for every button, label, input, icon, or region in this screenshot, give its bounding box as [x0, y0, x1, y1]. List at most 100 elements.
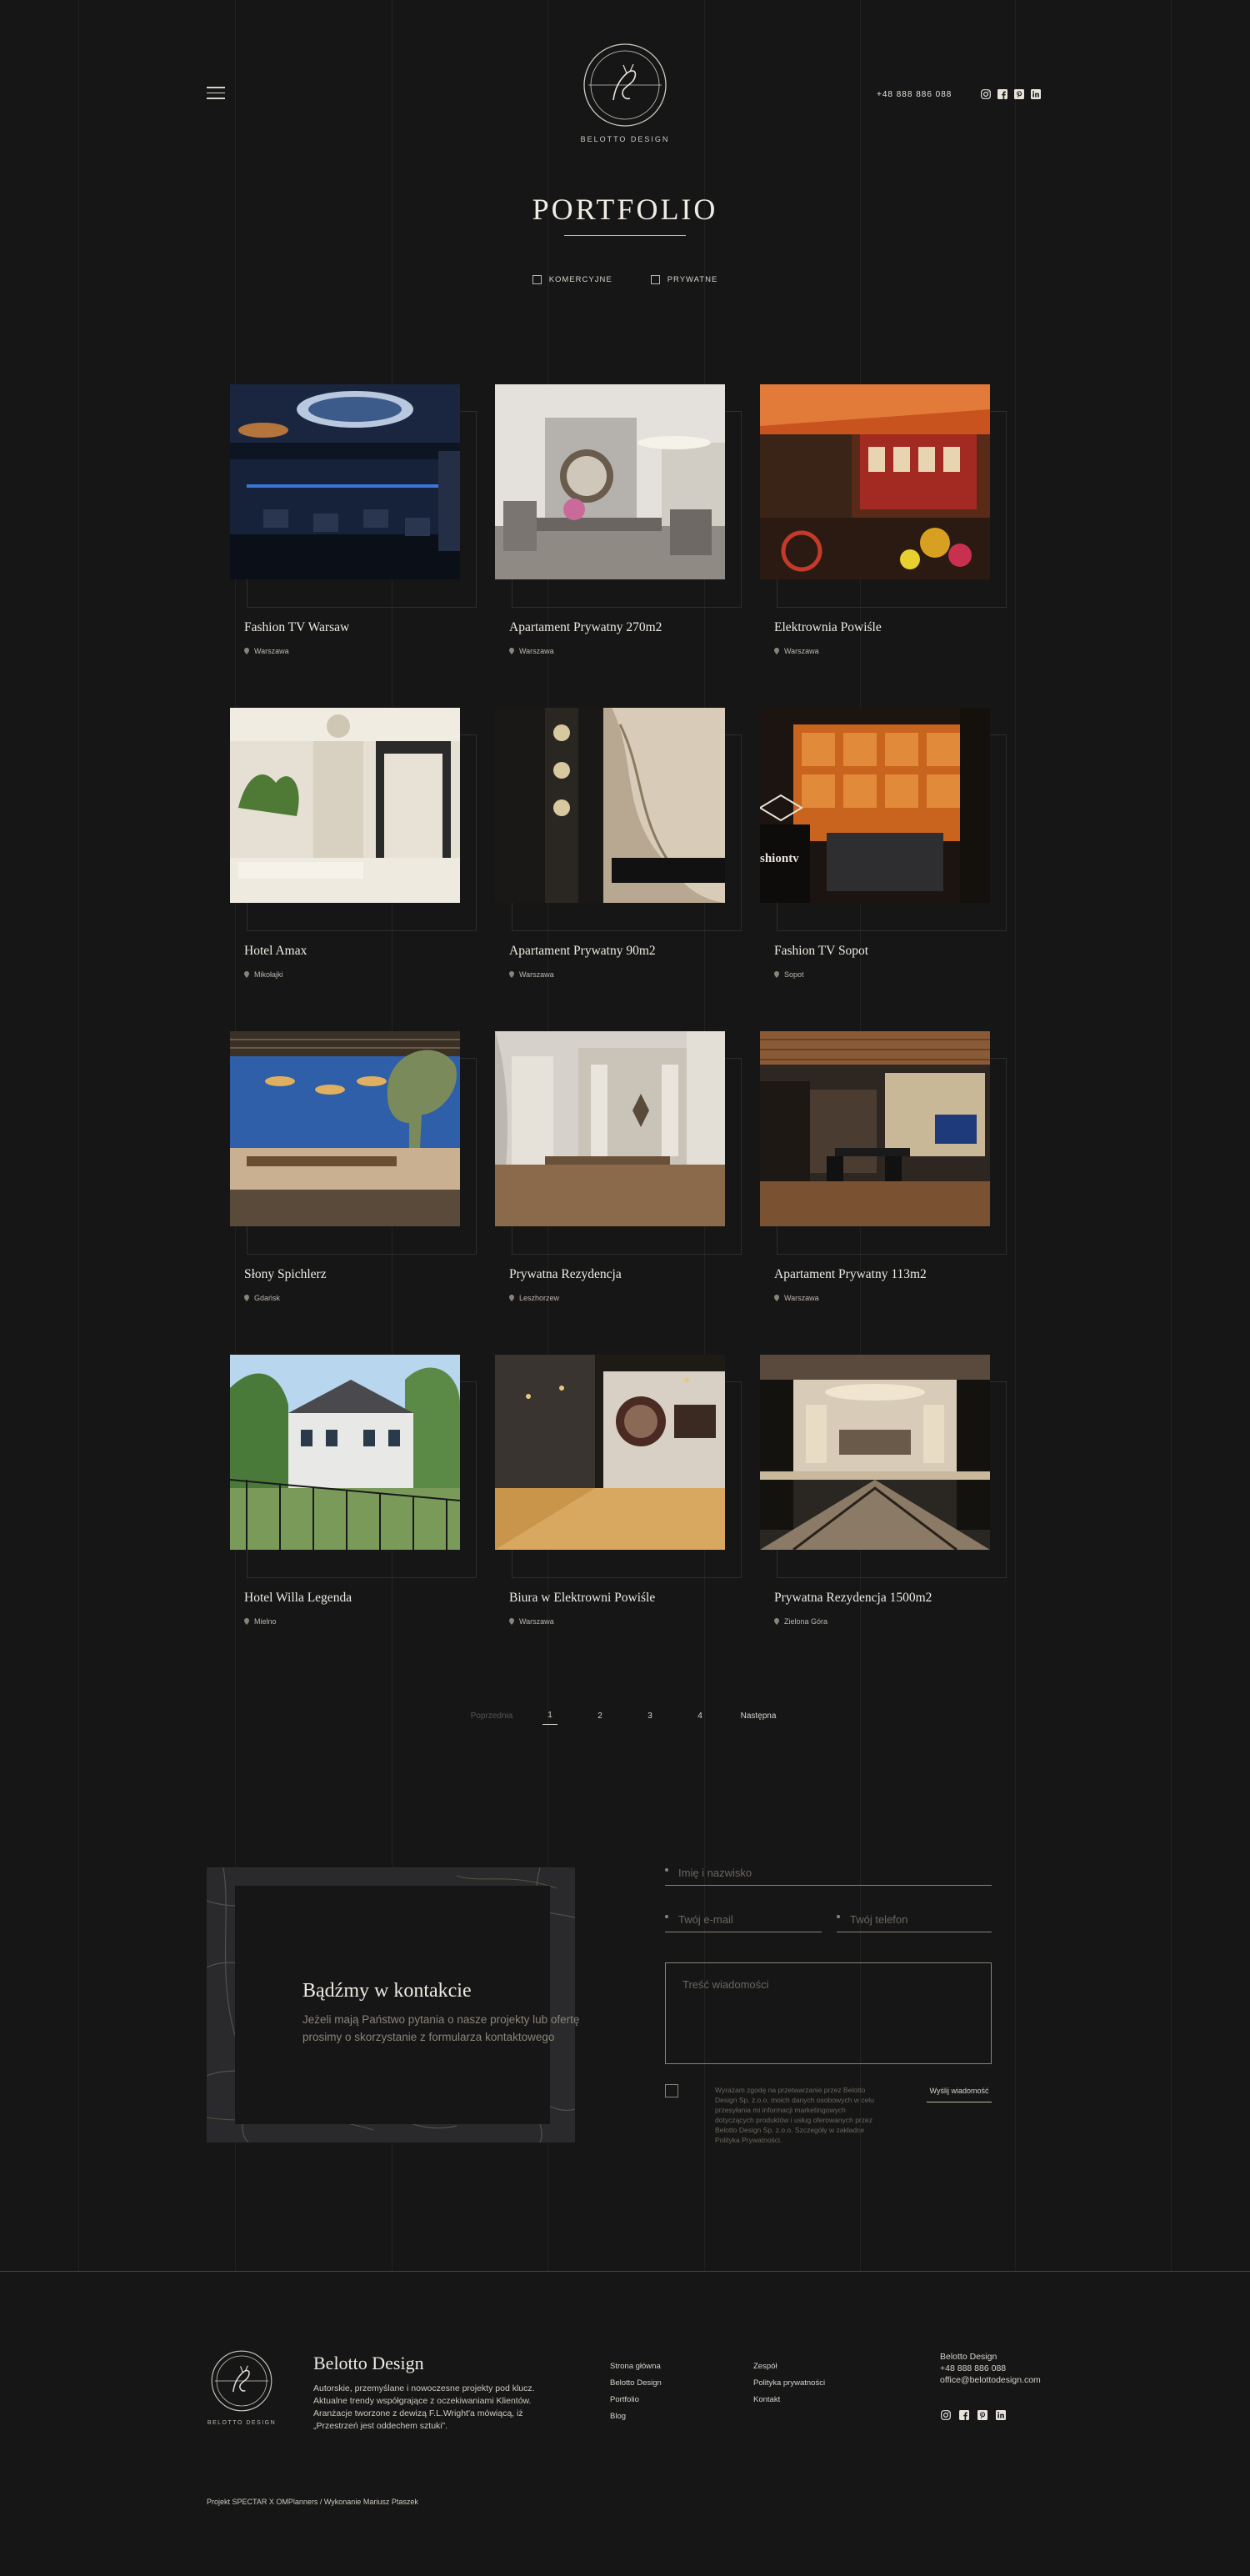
footer-link-blog[interactable]: Blog — [610, 2412, 662, 2421]
project-image[interactable] — [230, 384, 460, 579]
project-name[interactable]: Fashion TV Warsaw — [244, 620, 349, 635]
footer-nav-primary: Strona główna Belotto Design Portfolio B… — [610, 2362, 662, 2428]
pagination-page[interactable]: 1 — [542, 1711, 558, 1725]
project-image[interactable] — [495, 1355, 725, 1550]
name-input[interactable] — [678, 1861, 992, 1884]
project-card[interactable]: Apartament Prywatny 113m2 Warszawa — [760, 1031, 1010, 1331]
project-name[interactable]: Hotel Amax — [244, 944, 307, 959]
project-card[interactable]: Hotel Willa Legenda Mielno — [230, 1355, 480, 1655]
message-field[interactable] — [665, 1962, 992, 2064]
pagination-prev[interactable]: Poprzednia — [458, 1711, 525, 1725]
consent-checkbox[interactable] — [665, 2084, 678, 2097]
contact-title: Bądźmy w kontakcie — [302, 1980, 472, 2002]
logo-emblem-icon — [583, 43, 667, 127]
footer-email[interactable]: office@belottodesign.com — [940, 2374, 1041, 2386]
pinterest-icon[interactable] — [1013, 88, 1024, 99]
project-name[interactable]: Apartament Prywatny 90m2 — [509, 944, 656, 959]
email-input[interactable] — [678, 1907, 822, 1931]
project-location: Warszawa — [509, 970, 554, 979]
project-card[interactable]: Biura w Elektrowni Powiśle Warszawa — [495, 1355, 745, 1655]
email-field[interactable] — [665, 1907, 822, 1932]
project-image[interactable] — [495, 1031, 725, 1226]
filter-prywatne[interactable]: PRYWATNE — [650, 275, 718, 284]
footer-link-about[interactable]: Belotto Design — [610, 2378, 662, 2388]
project-card[interactable]: Prywatna Rezydencja 1500m2 Zielona Góra — [760, 1355, 1010, 1655]
project-image[interactable] — [495, 384, 725, 579]
footer-phone[interactable]: +48 888 886 088 — [940, 2363, 1041, 2374]
project-name[interactable]: Biura w Elektrowni Powiśle — [509, 1591, 655, 1606]
guide-line — [1171, 0, 1172, 2272]
checkbox-icon[interactable] — [650, 275, 660, 284]
location-label: Sopot — [784, 970, 804, 979]
project-location: Warszawa — [244, 647, 289, 655]
logo[interactable]: Belotto Design — [579, 42, 671, 143]
project-name[interactable]: Elektrownia Powiśle — [774, 620, 882, 635]
footer-link-privacy[interactable]: Polityka prywatności — [753, 2378, 825, 2388]
project-image[interactable] — [760, 1031, 990, 1226]
project-image[interactable] — [230, 1355, 460, 1550]
location-pin-icon — [244, 1618, 249, 1625]
instagram-icon[interactable] — [980, 88, 991, 99]
footer-link-contact[interactable]: Kontakt — [753, 2395, 825, 2404]
linkedin-icon[interactable] — [1030, 88, 1041, 99]
pagination-page[interactable]: 4 — [675, 1711, 725, 1725]
project-name[interactable]: Hotel Willa Legenda — [244, 1591, 352, 1606]
project-location: Warszawa — [509, 1617, 554, 1626]
phone-field[interactable] — [837, 1907, 992, 1932]
footer-link-portfolio[interactable]: Portfolio — [610, 2395, 662, 2404]
project-name[interactable]: Apartament Prywatny 113m2 — [774, 1267, 927, 1282]
project-image[interactable] — [760, 384, 990, 579]
linkedin-icon[interactable] — [995, 2409, 1006, 2420]
footer-link-team[interactable]: Zespół — [753, 2362, 825, 2371]
location-label: Mikołajki — [254, 970, 283, 979]
pagination-page[interactable]: 2 — [575, 1711, 625, 1725]
project-card[interactable]: Hotel Amax Mikołajki — [230, 708, 480, 1008]
pinterest-icon[interactable] — [977, 2409, 988, 2420]
project-card[interactable]: shiontv Fashion TV Sopot Sopot — [760, 708, 1010, 1008]
project-image[interactable] — [230, 708, 460, 903]
project-card[interactable]: Fashion TV Warsaw Warszawa — [230, 384, 480, 684]
header-phone[interactable]: +48 888 886 088 — [877, 90, 952, 99]
checkbox-icon[interactable] — [532, 275, 542, 284]
header-socials — [980, 88, 1041, 99]
project-card[interactable]: Apartament Prywatny 90m2 Warszawa — [495, 708, 745, 1008]
hamburger-menu-icon[interactable] — [207, 87, 225, 100]
instagram-icon[interactable] — [940, 2409, 951, 2420]
location-label: Warszawa — [254, 647, 289, 655]
project-image[interactable] — [495, 708, 725, 903]
facebook-icon[interactable] — [958, 2409, 969, 2420]
message-textarea[interactable] — [666, 1963, 991, 2063]
name-field[interactable] — [665, 1861, 992, 1886]
pagination-next[interactable]: Następna — [725, 1711, 792, 1725]
footer-socials — [940, 2409, 1006, 2420]
project-name[interactable]: Słony Spichlerz — [244, 1267, 327, 1282]
project-name[interactable]: Apartament Prywatny 270m2 — [509, 620, 662, 635]
contact-description: Jeżeli mają Państwo pytania o nasze proj… — [302, 2013, 580, 2043]
project-location: Zielona Góra — [774, 1617, 828, 1626]
project-name[interactable]: Prywatna Rezydencja 1500m2 — [774, 1591, 932, 1606]
project-location: Warszawa — [774, 1294, 819, 1302]
project-card[interactable]: Apartament Prywatny 270m2 Warszawa — [495, 384, 745, 684]
project-image[interactable]: shiontv — [760, 708, 990, 903]
project-card[interactable]: Elektrownia Powiśle Warszawa — [760, 384, 1010, 684]
footer-logo[interactable]: Belotto Design — [207, 2349, 277, 2426]
project-location: Gdańsk — [244, 1294, 280, 1302]
project-image[interactable] — [760, 1355, 990, 1550]
send-button[interactable]: Wyślij wiadomość — [927, 2087, 992, 2102]
project-image[interactable] — [230, 1031, 460, 1226]
pagination-page[interactable]: 3 — [625, 1711, 675, 1725]
location-label: Leszhorzew — [519, 1294, 560, 1302]
phone-input[interactable] — [850, 1907, 992, 1931]
project-name[interactable]: Prywatna Rezydencja — [509, 1267, 622, 1282]
project-location: Sopot — [774, 970, 804, 979]
filter-komercyjne[interactable]: KOMERCYJNE — [532, 275, 612, 284]
project-location: Mielno — [244, 1617, 277, 1626]
project-card[interactable]: Prywatna Rezydencja Leszhorzew — [495, 1031, 745, 1331]
footer-company: Belotto Design — [940, 2352, 998, 2362]
guide-line — [78, 0, 79, 2272]
project-card[interactable]: Słony Spichlerz Gdańsk — [230, 1031, 480, 1331]
footer-link-home[interactable]: Strona główna — [610, 2362, 662, 2371]
facebook-icon[interactable] — [997, 88, 1008, 99]
location-label: Warszawa — [784, 1294, 819, 1302]
project-name[interactable]: Fashion TV Sopot — [774, 944, 868, 959]
